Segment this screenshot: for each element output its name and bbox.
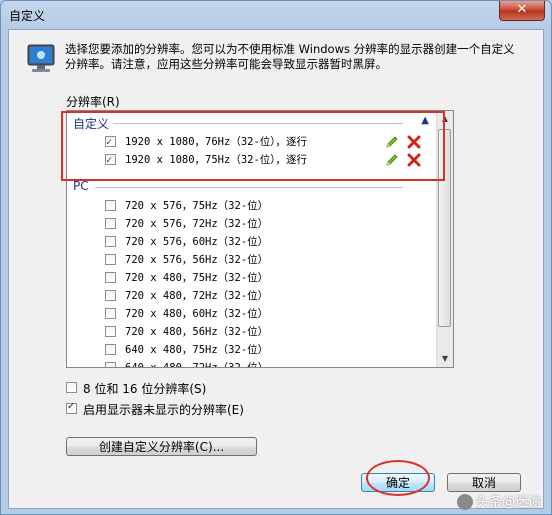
dialog-client-area: 选择您要添加的分辨率。您可以为不使用标准 Windows 分辨率的显示器创建一个…	[8, 29, 544, 509]
item-checkbox[interactable]	[105, 200, 116, 211]
item-label: 640 x 480，75Hz（32-位）	[125, 344, 269, 356]
item-label: 720 x 480，56Hz（32-位）	[125, 326, 269, 338]
item-checkbox[interactable]	[105, 218, 116, 229]
item-label: 720 x 480，75Hz（32-位）	[125, 272, 269, 284]
resolution-group-label: 分辨率(R)	[66, 95, 120, 109]
close-button[interactable]: ✕	[499, 1, 545, 21]
hidden-modes-checkbox[interactable]	[66, 401, 77, 414]
low-color-checkbox[interactable]	[66, 382, 77, 393]
create-custom-resolution-button[interactable]: 创建自定义分辨率(C)...	[66, 437, 257, 456]
item-checkbox[interactable]	[105, 236, 116, 247]
group-header-pc[interactable]: PC	[73, 179, 429, 195]
annotation-circle	[366, 460, 430, 496]
item-label: 720 x 576，75Hz（32-位）	[125, 200, 269, 212]
item-checkbox[interactable]	[105, 308, 116, 319]
item-label: 720 x 480，60Hz（32-位）	[125, 308, 269, 320]
intro-text: 选择您要添加的分辨率。您可以为不使用标准 Windows 分辨率的显示器创建一个…	[65, 42, 515, 71]
dialog-window: 自定义 ✕ 选择您要添加的分辨率。您可以为不使用标准 Windows 分辨率的显…	[0, 0, 552, 515]
item-checkbox[interactable]	[105, 344, 116, 355]
item-checkbox[interactable]	[105, 254, 116, 265]
item-label: 720 x 576，60Hz（32-位）	[125, 236, 269, 248]
item-checkbox[interactable]	[105, 272, 116, 283]
group-name: PC	[73, 179, 89, 193]
cancel-button[interactable]: 取消	[447, 473, 521, 492]
annotation-highlight-box	[61, 111, 445, 181]
item-label: 720 x 480，72Hz（32-位）	[125, 290, 269, 302]
watermark-logo-icon	[456, 494, 473, 510]
item-label: 640 x 480，72Hz（32-位）	[125, 362, 269, 368]
monitor-icon	[27, 44, 55, 72]
item-label: 720 x 576，56Hz（32-位）	[125, 254, 269, 266]
watermark: 头条@迷途	[456, 491, 541, 510]
hidden-modes-label: 启用显示器未显示的分辨率(E)	[83, 403, 244, 417]
window-title: 自定义	[9, 9, 46, 23]
group-divider	[95, 187, 403, 188]
item-checkbox[interactable]	[105, 290, 116, 301]
item-checkbox[interactable]	[105, 326, 116, 337]
scroll-down-icon[interactable]: ▼	[440, 354, 450, 364]
item-checkbox[interactable]	[105, 362, 116, 367]
low-color-label: 8 位和 16 位分辨率(S)	[83, 382, 207, 396]
item-label: 720 x 576，72Hz（32-位）	[125, 218, 269, 230]
watermark-text: 头条@迷途	[475, 494, 541, 510]
